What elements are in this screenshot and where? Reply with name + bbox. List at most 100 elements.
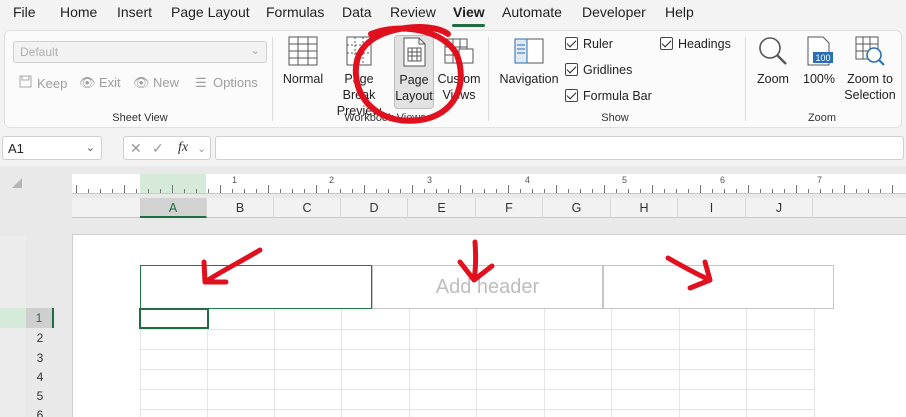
zoom-100-icon: 100 — [807, 36, 833, 66]
ruler-tick — [544, 189, 545, 193]
group-separator — [488, 37, 489, 121]
active-cell-a1[interactable] — [139, 308, 209, 329]
ruler-tick — [484, 189, 485, 193]
ruler-tick — [268, 185, 269, 193]
zoom-button[interactable]: Zoom — [753, 35, 793, 87]
ruler-tick — [208, 189, 209, 193]
headings-checkbox[interactable]: Headings — [660, 37, 731, 51]
row-header-3[interactable]: 3 — [26, 348, 54, 368]
column-header-a[interactable]: A — [140, 198, 207, 218]
ruler-tick — [628, 189, 629, 193]
custom-views-button[interactable]: Custom Views — [437, 35, 481, 103]
normal-view-button[interactable]: Normal — [281, 35, 325, 87]
gridline — [274, 309, 275, 417]
ruler-tick — [112, 189, 113, 193]
column-header-h[interactable]: H — [611, 198, 678, 218]
row-header-5[interactable]: 5 — [26, 386, 54, 406]
chevron-down-icon: ⌄ — [85, 142, 95, 154]
menu-formulas[interactable]: Formulas — [266, 4, 324, 20]
column-header-g[interactable]: G — [543, 198, 611, 218]
checkbox-checked-icon — [565, 37, 578, 50]
menu-developer[interactable]: Developer — [582, 4, 646, 20]
options-button: ☰ Options — [193, 75, 258, 91]
ruler-tick — [844, 185, 845, 193]
ruler-tick — [832, 189, 833, 193]
custom-views-label-2: Views — [442, 88, 476, 102]
ruler-tick — [700, 185, 701, 193]
svg-text:100: 100 — [815, 53, 830, 63]
ruler-tick — [448, 189, 449, 193]
ruler-tick — [496, 189, 497, 193]
formula-input[interactable] — [215, 136, 904, 160]
gridline — [140, 389, 814, 390]
zoom-100-button[interactable]: 100 100% — [799, 35, 839, 87]
ruler-checkbox[interactable]: Ruler — [565, 37, 613, 51]
navigation-button[interactable]: Navigation — [497, 35, 561, 87]
ruler-tick — [232, 189, 233, 193]
header-center-section[interactable]: Add header — [372, 265, 603, 309]
ruler-tick — [556, 185, 557, 193]
checkbox-checked-icon — [660, 37, 673, 50]
menu-review[interactable]: Review — [390, 4, 436, 20]
ruler-number: 7 — [817, 175, 823, 185]
ruler-tick — [880, 189, 881, 193]
ruler-number: 4 — [525, 175, 531, 185]
select-all-corner[interactable] — [12, 178, 22, 188]
page-layout-page: Add header — [72, 234, 906, 417]
menu-home[interactable]: Home — [60, 4, 97, 20]
ruler-tick — [364, 185, 365, 193]
cancel-icon[interactable]: ✕ — [130, 140, 142, 157]
normal-view-icon — [288, 36, 318, 66]
header-left-section[interactable] — [140, 265, 372, 309]
menu-data[interactable]: Data — [342, 4, 372, 20]
row-header-1[interactable]: 1 — [26, 308, 54, 328]
ruler-tick — [100, 189, 101, 193]
options-label: Options — [213, 75, 258, 90]
menu-view[interactable]: View — [453, 4, 485, 20]
column-header-d[interactable]: D — [341, 198, 408, 218]
row-header-4[interactable]: 4 — [26, 367, 54, 387]
row-header-2[interactable]: 2 — [26, 328, 54, 348]
row-header-6[interactable]: 6 — [26, 405, 54, 417]
zoom-to-selection-label-2: Selection — [844, 88, 896, 102]
menu-automate[interactable]: Automate — [502, 4, 562, 20]
zoom-to-selection-button[interactable]: Zoom to Selection — [839, 35, 901, 103]
menu-page-layout[interactable]: Page Layout — [171, 4, 250, 20]
gridlines-checkbox[interactable]: Gridlines — [565, 63, 632, 77]
zoom-100-label: 100% — [803, 72, 835, 86]
ruler-tick — [748, 185, 749, 193]
ruler-tick — [136, 189, 137, 193]
insert-function-icon[interactable]: fx — [178, 140, 188, 156]
ruler-tick — [592, 189, 593, 193]
menu-insert[interactable]: Insert — [117, 4, 152, 20]
page-layout-button[interactable]: Page Layout — [394, 35, 434, 109]
menu-file[interactable]: File — [13, 4, 36, 20]
group-separator — [745, 37, 746, 121]
column-header-e[interactable]: E — [408, 198, 476, 218]
navigation-label: Navigation — [499, 72, 559, 86]
keep-button: Keep — [17, 75, 67, 91]
column-header-b[interactable]: B — [207, 198, 274, 218]
menu-help[interactable]: Help — [665, 4, 694, 20]
chevron-down-icon[interactable]: ⌄ — [197, 142, 206, 155]
ruler-label: Ruler — [583, 37, 613, 51]
name-box[interactable]: A1 ⌄ — [2, 136, 102, 160]
column-header-c[interactable]: C — [274, 198, 341, 218]
sheet-area: 1 2 3 4 5 6 7 A B C D E F G H I J Add he… — [0, 166, 906, 417]
gridline — [409, 309, 410, 417]
eye-exit-icon: 👁 — [79, 75, 96, 90]
formula-bar-checkbox[interactable]: Formula Bar — [565, 89, 652, 103]
ruler-tick — [172, 185, 173, 193]
page-break-preview-button[interactable]: Page Break Preview — [327, 35, 391, 119]
ruler-tick — [532, 189, 533, 193]
ruler-tick — [868, 189, 869, 193]
header-right-section[interactable] — [603, 265, 834, 309]
column-header-f[interactable]: F — [476, 198, 543, 218]
magnifier-icon — [759, 37, 787, 65]
ruler-number: 3 — [427, 175, 433, 185]
enter-icon[interactable]: ✓ — [152, 140, 164, 157]
column-header-i[interactable]: I — [678, 198, 746, 218]
ruler-tick — [712, 189, 713, 193]
ruler-tick — [316, 185, 317, 193]
column-header-j[interactable]: J — [746, 198, 813, 218]
